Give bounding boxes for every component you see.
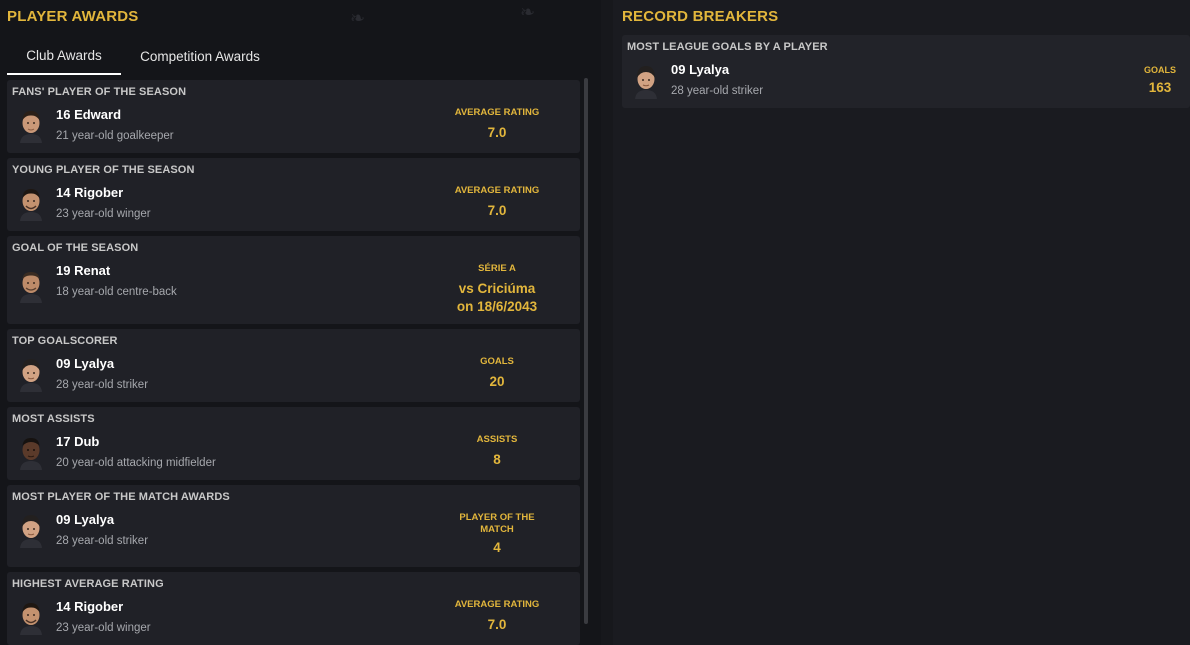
player-face-icon <box>635 66 657 99</box>
award-stat: PLAYER OF THE MATCH 4 <box>422 512 572 557</box>
stat-label: ASSISTS <box>476 434 518 445</box>
background-decoration: ❧ <box>520 2 536 22</box>
player-name[interactable]: 17 Dub <box>56 434 99 449</box>
background-decoration: ❧ <box>350 8 366 28</box>
panel-title: RECORD BREAKERS <box>622 8 779 25</box>
award-title: YOUNG PLAYER OF THE SEASON <box>12 164 195 176</box>
stat-label: GOALS <box>1143 65 1176 75</box>
panel-title: PLAYER AWARDS <box>7 8 139 25</box>
record-breakers-panel: RECORD BREAKERS MOST LEAGUE GOALS BY A P… <box>613 0 1190 645</box>
player-face-icon <box>20 359 42 392</box>
player-name[interactable]: 09 Lyalya <box>56 512 114 527</box>
award-title: TOP GOALSCORER <box>12 335 118 347</box>
stat-value: 4 <box>493 540 501 555</box>
award-card[interactable]: MOST ASSISTS 17 Dub 20 year-old attackin… <box>7 407 580 480</box>
award-title: FANS' PLAYER OF THE SEASON <box>12 86 187 98</box>
player-name[interactable]: 14 Rigober <box>56 185 123 200</box>
award-title: MOST ASSISTS <box>12 413 95 425</box>
stat-label: GOALS <box>480 356 514 367</box>
player-description: 18 year-old centre-back <box>56 286 177 298</box>
stat-value: 20 <box>489 374 505 389</box>
record-card[interactable]: MOST LEAGUE GOALS BY A PLAYER 09 Lyalya … <box>622 35 1190 108</box>
award-tabs: Club Awards Competition Awards <box>7 38 279 75</box>
player-face-icon <box>20 111 42 143</box>
player-name[interactable]: 09 Lyalya <box>671 62 729 77</box>
stat-label: SÉRIE A <box>478 263 516 274</box>
award-card[interactable]: GOAL OF THE SEASON 19 Renat 18 year-old … <box>7 236 580 324</box>
award-card[interactable]: TOP GOALSCORER 09 Lyalya 28 year-old str… <box>7 329 580 402</box>
player-description: 28 year-old striker <box>56 535 149 547</box>
player-description: 28 year-old striker <box>671 85 764 97</box>
stat-label: AVERAGE RATING <box>454 599 540 610</box>
awards-scrollbar[interactable] <box>584 78 588 624</box>
award-card[interactable]: FANS' PLAYER OF THE SEASON 16 Edward 21 … <box>7 80 580 153</box>
stat-label: PLAYER OF THE MATCH <box>459 512 535 535</box>
player-face-icon <box>20 603 42 635</box>
match-date: on 18/6/2043 <box>456 299 538 314</box>
match-opponent: vs Criciúma <box>458 281 536 296</box>
player-name[interactable]: 16 Edward <box>56 107 121 122</box>
player-face-icon <box>20 438 42 470</box>
stat-value: 7.0 <box>487 617 507 632</box>
award-stat: GOALS 20 <box>422 356 572 391</box>
award-title: MOST PLAYER OF THE MATCH AWARDS <box>12 491 230 503</box>
player-name[interactable]: 14 Rigober <box>56 599 123 614</box>
player-description: 20 year-old attacking midfielder <box>56 457 216 469</box>
player-description: 23 year-old winger <box>56 208 151 220</box>
stat-value: 7.0 <box>487 125 507 140</box>
award-stat: AVERAGE RATING 7.0 <box>422 599 572 634</box>
award-stat: ASSISTS 8 <box>422 434 572 469</box>
award-stat: AVERAGE RATING 7.0 <box>422 107 572 142</box>
player-face-icon <box>20 515 42 548</box>
award-stat: SÉRIE A vs Criciúma on 18/6/2043 <box>422 263 572 316</box>
award-title: HIGHEST AVERAGE RATING <box>12 578 164 590</box>
tab-competition-awards[interactable]: Competition Awards <box>121 38 279 75</box>
award-card[interactable]: MOST PLAYER OF THE MATCH AWARDS 09 Lyaly… <box>7 485 580 567</box>
player-awards-panel: ❧ ❧ PLAYER AWARDS Club Awards Competitio… <box>0 0 601 645</box>
award-stat: AVERAGE RATING 7.0 <box>422 185 572 220</box>
award-card[interactable]: YOUNG PLAYER OF THE SEASON 14 Rigober 23… <box>7 158 580 231</box>
stat-label: AVERAGE RATING <box>454 107 540 118</box>
record-title: MOST LEAGUE GOALS BY A PLAYER <box>627 41 828 53</box>
stat-value: 7.0 <box>487 203 507 218</box>
player-description: 28 year-old striker <box>56 379 149 391</box>
player-name[interactable]: 19 Renat <box>56 263 110 278</box>
award-card[interactable]: HIGHEST AVERAGE RATING 14 Rigober 23 yea… <box>7 572 580 645</box>
record-stat: GOALS 163 <box>1130 64 1190 97</box>
player-face-icon <box>20 189 42 221</box>
stat-value: 8 <box>493 452 501 467</box>
stat-value: 163 <box>1148 80 1172 95</box>
award-title: GOAL OF THE SEASON <box>12 242 139 254</box>
player-face-icon <box>20 272 42 303</box>
stat-label: AVERAGE RATING <box>454 185 540 196</box>
player-description: 23 year-old winger <box>56 622 151 634</box>
player-name[interactable]: 09 Lyalya <box>56 356 114 371</box>
tab-club-awards[interactable]: Club Awards <box>7 38 121 75</box>
player-description: 21 year-old goalkeeper <box>56 130 174 142</box>
